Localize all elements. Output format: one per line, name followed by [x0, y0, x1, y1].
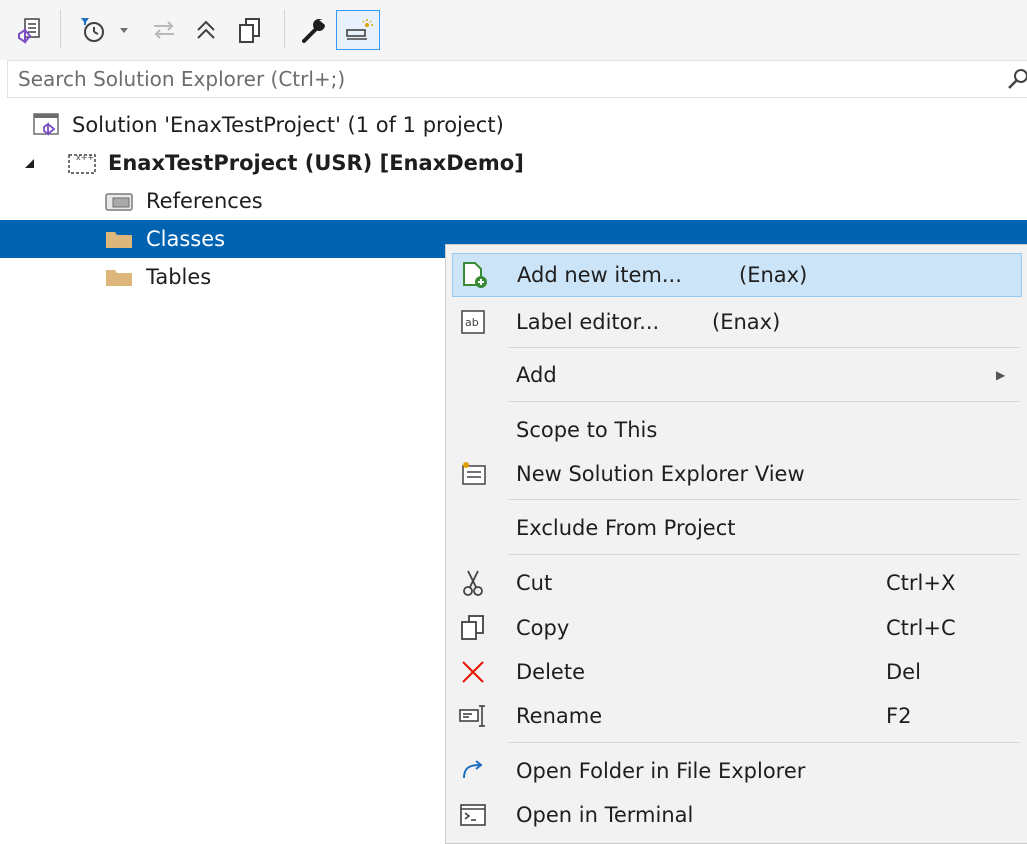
- references-label: References: [146, 189, 263, 213]
- preview-selected-items-button[interactable]: [336, 10, 380, 50]
- solution-explorer-toolbar: [0, 0, 1027, 60]
- menu-label: Rename: [516, 704, 603, 728]
- rename-icon: [458, 701, 488, 731]
- collapse-all-button[interactable]: [188, 10, 224, 50]
- new-view-icon: [458, 459, 488, 489]
- collapse-all-icon: [197, 20, 215, 39]
- menu-delete[interactable]: Delete Del: [446, 650, 1027, 694]
- menu-add[interactable]: Add ▶: [446, 353, 1027, 397]
- menu-cut[interactable]: Cut Ctrl+X: [446, 561, 1027, 605]
- menu-label: Open in Terminal: [516, 803, 694, 827]
- tree-item-project[interactable]: x++ EnaxTestProject (USR) [EnaxDemo]: [22, 144, 524, 182]
- add-new-item-icon: [459, 260, 489, 290]
- menu-shortcut: Ctrl+C: [886, 616, 956, 640]
- solution-icon: [33, 113, 59, 136]
- menu-shortcut: Del: [886, 660, 921, 684]
- project-label: EnaxTestProject (USR) [EnaxDemo]: [108, 151, 524, 175]
- filter-dropdown-button[interactable]: [114, 10, 134, 50]
- menu-open-folder-in-file-explorer[interactable]: Open Folder in File Explorer: [446, 749, 1027, 793]
- menu-copy[interactable]: Copy Ctrl+C: [446, 606, 1027, 650]
- dropdown-arrow-icon: [120, 28, 128, 33]
- open-folder-arrow-icon: [458, 756, 488, 786]
- menu-shortcut: Ctrl+X: [886, 571, 956, 595]
- menu-separator: [508, 347, 1020, 348]
- search-input[interactable]: [8, 61, 1008, 97]
- menu-separator: [508, 554, 1020, 555]
- menu-separator: [508, 742, 1020, 743]
- submenu-arrow-icon: ▶: [996, 368, 1006, 382]
- svg-text:x++: x++: [76, 153, 94, 162]
- show-all-files-icon: [239, 18, 260, 43]
- tables-label: Tables: [146, 265, 212, 289]
- solution-label: Solution 'EnaxTestProject' (1 of 1 proje…: [72, 113, 504, 137]
- menu-label: Exclude From Project: [516, 516, 736, 540]
- menu-label: New Solution Explorer View: [516, 462, 805, 486]
- references-icon: [105, 193, 133, 211]
- copy-icon: [458, 613, 488, 643]
- switch-views-button[interactable]: [12, 10, 48, 50]
- expand-arrow-icon[interactable]: [22, 155, 38, 171]
- menu-open-in-terminal[interactable]: Open in Terminal: [446, 793, 1027, 837]
- context-menu: Add new item... (Enax) ab Label editor..…: [445, 244, 1027, 844]
- menu-new-solution-explorer-view[interactable]: New Solution Explorer View: [446, 452, 1027, 496]
- tree-item-tables[interactable]: Tables: [104, 258, 211, 296]
- menu-add-new-item[interactable]: Add new item... (Enax): [452, 253, 1022, 297]
- menu-label: Add: [516, 363, 557, 387]
- sync-icon: [154, 21, 174, 39]
- menu-extra: (Enax): [739, 263, 808, 287]
- delete-x-icon: [458, 657, 488, 687]
- toolbar-separator: [284, 10, 285, 48]
- folder-icon: [106, 270, 132, 286]
- properties-button[interactable]: [296, 10, 332, 50]
- menu-label: Cut: [516, 571, 553, 595]
- menu-label-editor[interactable]: ab Label editor... (Enax): [446, 300, 1027, 344]
- scissors-icon: [458, 568, 488, 598]
- vs-solution-icon: [18, 18, 40, 44]
- svg-text:ab: ab: [465, 316, 479, 329]
- menu-label: Label editor...: [516, 310, 660, 334]
- project-icon: x++: [68, 153, 96, 174]
- tree-item-classes[interactable]: Classes: [104, 220, 225, 258]
- tree-item-references[interactable]: References: [104, 182, 263, 220]
- properties-wrench-icon: [302, 19, 325, 43]
- sync-with-active-document-button[interactable]: [146, 10, 182, 50]
- menu-label: Open Folder in File Explorer: [516, 759, 806, 783]
- menu-shortcut: F2: [886, 704, 912, 728]
- menu-extra: (Enax): [712, 310, 781, 334]
- search-solution-explorer: [7, 60, 1027, 98]
- pending-changes-filter-button[interactable]: [74, 10, 110, 50]
- preview-selected-icon: [346, 19, 373, 40]
- toolbar-separator: [60, 10, 61, 48]
- classes-label: Classes: [146, 227, 226, 251]
- folder-icon: [106, 232, 132, 248]
- menu-separator: [508, 499, 1020, 500]
- search-icon[interactable]: [1006, 67, 1027, 91]
- show-all-files-button[interactable]: [232, 10, 268, 50]
- menu-label: Scope to This: [516, 418, 658, 442]
- menu-label: Copy: [516, 616, 570, 640]
- menu-label: Delete: [516, 660, 585, 684]
- pending-changes-icon: [81, 18, 104, 42]
- menu-separator: [508, 401, 1020, 402]
- menu-rename[interactable]: Rename F2: [446, 694, 1027, 738]
- label-editor-icon: ab: [458, 307, 488, 337]
- menu-exclude-from-project[interactable]: Exclude From Project: [446, 506, 1027, 550]
- menu-label: Add new item...: [517, 263, 682, 287]
- terminal-icon: [458, 800, 488, 830]
- menu-scope-to-this[interactable]: Scope to This: [446, 408, 1027, 452]
- tree-item-solution[interactable]: Solution 'EnaxTestProject' (1 of 1 proje…: [32, 106, 504, 144]
